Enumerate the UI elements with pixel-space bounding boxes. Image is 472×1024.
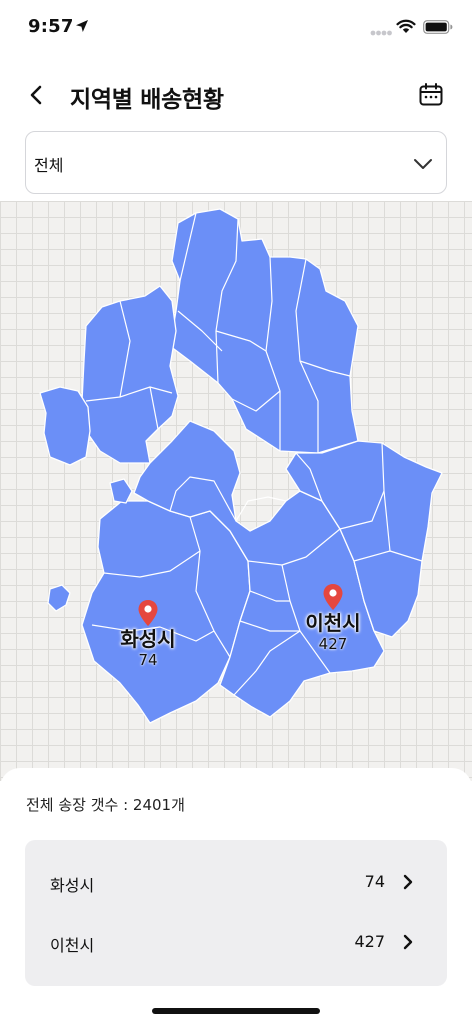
region-coast-west[interactable] xyxy=(39,386,91,466)
map-pin-icon xyxy=(323,584,343,610)
chevron-right-icon xyxy=(403,874,413,890)
marker-name: 이천시 xyxy=(305,611,361,635)
region-row-name: 이천시 xyxy=(50,936,95,955)
region-row-count: 74 xyxy=(364,872,385,891)
home-indicator xyxy=(152,1008,320,1014)
region-select-value: 전체 xyxy=(34,156,64,175)
chevron-down-icon xyxy=(414,159,432,169)
region-small-west[interactable] xyxy=(109,478,133,504)
status-bar: 9:57 xyxy=(0,0,472,56)
location-arrow-icon xyxy=(76,20,88,32)
marker-name: 화성시 xyxy=(120,627,176,651)
chevron-right-icon xyxy=(403,934,413,950)
marker-count: 427 xyxy=(318,635,348,653)
wifi-icon xyxy=(396,19,416,33)
bottom-sheet: 전체 송장 갯수 : 2401개 화성시 74 이천시 427 xyxy=(0,768,472,1024)
map-marker-icheon[interactable]: 이천시 427 xyxy=(258,583,408,653)
calendar-button[interactable] xyxy=(414,78,448,112)
chevron-left-icon xyxy=(30,85,42,105)
calendar-icon xyxy=(419,83,443,106)
map-marker-hwaseong[interactable]: 화성시 74 xyxy=(73,599,223,669)
region-northwest[interactable] xyxy=(81,285,179,464)
region-list: 화성시 74 이천시 427 xyxy=(25,840,447,986)
battery-icon xyxy=(423,20,453,34)
region-island[interactable] xyxy=(47,584,71,612)
header: 지역별 배송현황 xyxy=(0,70,472,120)
page-title: 지역별 배송현황 xyxy=(70,87,224,113)
region-map[interactable]: 화성시 74 이천시 427 xyxy=(0,201,472,781)
marker-count: 74 xyxy=(138,651,158,669)
region-row-name: 화성시 xyxy=(50,876,95,895)
map-pin-icon xyxy=(138,600,158,626)
total-invoice-count: 전체 송장 갯수 : 2401개 xyxy=(26,796,185,814)
region-select[interactable]: 전체 xyxy=(25,131,447,194)
region-row-count: 427 xyxy=(354,932,385,951)
region-row-hwaseong[interactable]: 화성시 74 xyxy=(25,854,447,910)
region-north[interactable] xyxy=(169,208,359,454)
region-row-icheon[interactable]: 이천시 427 xyxy=(25,914,447,970)
status-time: 9:57 xyxy=(28,16,74,37)
map-svg xyxy=(39,208,443,724)
signal-icon xyxy=(370,30,392,36)
back-button[interactable] xyxy=(18,78,54,112)
